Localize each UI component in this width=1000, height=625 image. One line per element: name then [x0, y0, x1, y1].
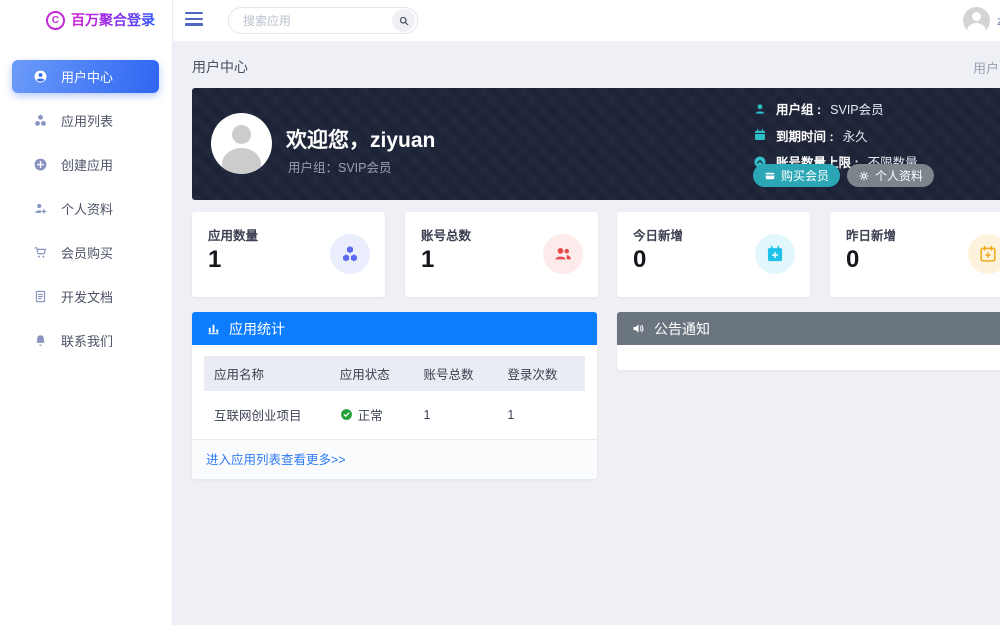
sidebar: C 百万聚合登录 用户中心 应用列表 创建应用 个人资料 会员购买: [0, 0, 173, 625]
bank-card-icon: [764, 170, 776, 182]
user-menu[interactable]: ziyuan: [963, 7, 1000, 34]
column-app-status: 应用状态: [330, 356, 414, 391]
sidebar-item-user-center[interactable]: 用户中心: [12, 60, 159, 93]
announcement-body: [617, 345, 1000, 370]
info-value: SVIP会员: [830, 99, 884, 118]
check-circle-icon: [340, 408, 353, 421]
stat-label: 应用数量: [208, 225, 258, 244]
table-header-row: 应用名称 应用状态 账号总数 登录次数: [204, 356, 585, 391]
breadcrumb: 用户中心: [973, 58, 1000, 77]
profile-button[interactable]: 个人资料: [847, 164, 934, 187]
user-gear-icon: [33, 201, 48, 216]
user-icon: [753, 102, 767, 116]
column-app-name: 应用名称: [204, 356, 330, 391]
buy-membership-label: 购买会员: [781, 167, 829, 184]
sidebar-item-label: 应用列表: [61, 111, 113, 130]
main-content: 用户中心 用户中心 欢迎您，ziyuan 用户组：SVIP会员 用户组 : SV…: [173, 41, 1000, 625]
sidebar-item-app-list[interactable]: 应用列表: [12, 104, 159, 137]
bar-chart-icon: [206, 321, 221, 336]
stat-card-new-yesterday: 昨日新增 0: [830, 212, 1000, 297]
cell-app-name: 互联网创业项目: [204, 391, 330, 438]
column-account-total: 账号总数: [414, 356, 498, 391]
search-icon: [398, 15, 410, 27]
status-text: 正常: [358, 405, 383, 424]
stat-value: 1: [421, 246, 434, 274]
search-button[interactable]: [392, 9, 415, 32]
calendar-plus-icon: [765, 244, 785, 264]
app-stats-panel: 应用统计 应用名称 应用状态 账号总数 登录次数 互联网创业项目: [192, 312, 597, 479]
speaker-icon: [631, 321, 646, 336]
banner-actions: 购买会员 个人资料: [753, 164, 934, 187]
plus-circle-icon: [33, 157, 48, 172]
view-more-link[interactable]: 进入应用列表查看更多>>: [206, 453, 346, 467]
stat-value: 0: [633, 246, 646, 274]
calendar-plus-icon: [978, 244, 998, 264]
app-stats-title: 应用统计: [229, 319, 285, 339]
sidebar-item-label: 会员购买: [61, 243, 113, 262]
table-footer: 进入应用列表查看更多>>: [192, 439, 597, 479]
info-value: 永久: [843, 126, 868, 145]
app-stats-header: 应用统计: [192, 312, 597, 345]
stat-label: 昨日新增: [846, 225, 896, 244]
profile-button-label: 个人资料: [875, 167, 923, 184]
topbar: ziyuan: [173, 0, 1000, 41]
info-label: 到期时间 :: [776, 126, 834, 145]
announcement-title: 公告通知: [654, 319, 710, 339]
stat-value: 1: [208, 246, 221, 274]
sidebar-item-contact[interactable]: 联系我们: [12, 324, 159, 357]
sidebar-item-label: 创建应用: [61, 155, 113, 174]
info-label: 用户组 :: [776, 99, 821, 118]
hamburger-menu-icon[interactable]: [185, 12, 203, 29]
brand-logo-icon: C: [46, 11, 65, 30]
app-stats-table: 应用名称 应用状态 账号总数 登录次数 互联网创业项目: [192, 345, 597, 439]
avatar: [963, 7, 990, 34]
table-row: 互联网创业项目 正常 1 1: [204, 391, 585, 438]
cell-app-status: 正常: [330, 391, 414, 438]
cart-icon: [33, 245, 48, 260]
search-bar: [228, 7, 418, 34]
stat-value: 0: [846, 246, 859, 274]
info-row-expiry: 到期时间 : 永久: [753, 126, 918, 145]
sidebar-item-label: 开发文档: [61, 287, 113, 306]
bell-icon: [33, 333, 48, 348]
welcome-message: 欢迎您，ziyuan: [286, 124, 435, 154]
sidebar-item-create-app[interactable]: 创建应用: [12, 148, 159, 181]
users-icon: [553, 244, 573, 264]
announcement-header: 公告通知: [617, 312, 1000, 345]
page-title: 用户中心: [192, 57, 248, 77]
calendar-icon: [753, 128, 767, 142]
brand-logo[interactable]: C 百万聚合登录: [46, 10, 155, 30]
sidebar-item-label: 用户中心: [61, 67, 113, 86]
stat-card-account-total: 账号总数 1: [405, 212, 598, 297]
sidebar-item-label: 个人资料: [61, 199, 113, 218]
welcome-banner: 欢迎您，ziyuan 用户组：SVIP会员 用户组 : SVIP会员 到期时间 …: [192, 88, 1000, 200]
sidebar-item-profile[interactable]: 个人资料: [12, 192, 159, 225]
dashboard-page: ziyuan C 百万聚合登录 用户中心 应用列表 创建应用 个人资料: [0, 0, 1000, 625]
search-input[interactable]: [243, 14, 383, 28]
info-row-usergroup: 用户组 : SVIP会员: [753, 99, 918, 118]
cubes-icon: [340, 244, 360, 264]
stat-card-app-count: 应用数量 1: [192, 212, 385, 297]
sidebar-menu: 用户中心 应用列表 创建应用 个人资料 会员购买 开发文档: [0, 60, 173, 368]
cell-login-count: 1: [497, 391, 585, 438]
brand-name: 百万聚合登录: [71, 10, 155, 30]
stat-card-new-today: 今日新增 0: [617, 212, 810, 297]
column-login-count: 登录次数: [497, 356, 585, 391]
cell-account-total: 1: [414, 391, 498, 438]
stat-label: 今日新增: [633, 225, 683, 244]
announcement-panel: 公告通知: [617, 312, 1000, 370]
sidebar-item-docs[interactable]: 开发文档: [12, 280, 159, 313]
banner-avatar: [211, 113, 272, 174]
gear-icon: [858, 170, 870, 182]
document-icon: [33, 289, 48, 304]
sidebar-item-membership[interactable]: 会员购买: [12, 236, 159, 269]
sidebar-item-label: 联系我们: [61, 331, 113, 350]
cubes-icon: [33, 113, 48, 128]
user-circle-icon: [33, 69, 48, 84]
buy-membership-button[interactable]: 购买会员: [753, 164, 840, 187]
stat-label: 账号总数: [421, 225, 471, 244]
usergroup-caption: 用户组：SVIP会员: [288, 157, 392, 176]
